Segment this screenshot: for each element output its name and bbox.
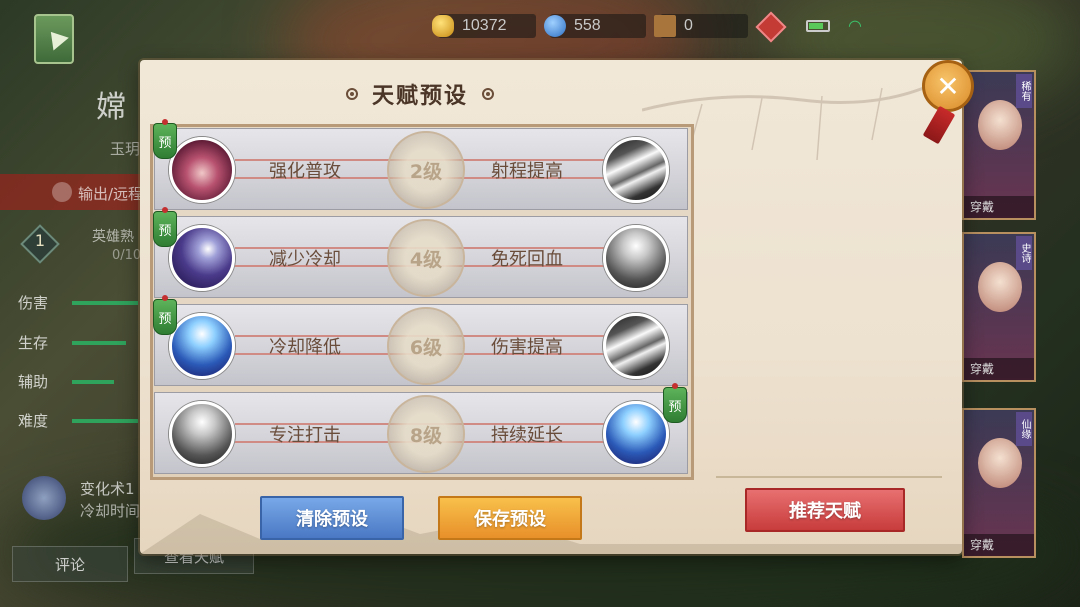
hero-subtitle: 玉玥 <box>110 140 141 158</box>
stat-label-difficulty: 难度 <box>18 412 49 430</box>
clear-preset-button[interactable]: 清除预设 <box>260 496 404 540</box>
role-icon <box>52 182 72 202</box>
skin-card[interactable]: 仙缘 穿戴 <box>962 408 1036 558</box>
preset-badge: 预 <box>153 207 177 247</box>
tower-value: 0 <box>684 17 693 34</box>
wifi-icon: ◠ <box>848 16 862 35</box>
divider <box>716 476 942 478</box>
talent-row[interactable]: 预 冷却降低 6级 伤害提高 <box>153 295 688 386</box>
talent-left-label: 专注打击 <box>269 425 341 446</box>
skin-wear-label: 穿戴 <box>964 534 1034 556</box>
talent-left-label: 强化普攻 <box>269 161 341 182</box>
preset-badge: 预 <box>153 119 177 159</box>
talent-focus-strike-icon[interactable] <box>169 401 235 467</box>
talent-row[interactable]: 预 强化普攻 2级 射程提高 <box>153 119 688 210</box>
preset-badge: 预 <box>663 383 687 423</box>
comment-button[interactable]: 评论 <box>12 546 128 582</box>
talent-right-label: 持续延长 <box>491 425 563 446</box>
talent-right-label: 伤害提高 <box>491 337 563 358</box>
talent-damage-up-icon[interactable] <box>603 313 669 379</box>
talent-reduce-cooldown-icon[interactable] <box>169 225 235 291</box>
dialog-header: 天赋预设 <box>330 74 510 114</box>
skill-cooldown: 冷却时间 <box>80 502 141 520</box>
talent-level: 6级 <box>409 337 443 359</box>
gold-value: 10372 <box>462 17 507 34</box>
skill-name: 变化术1 <box>80 480 135 498</box>
dialog-title: 天赋预设 <box>371 84 468 109</box>
talent-right-label: 免死回血 <box>491 249 563 270</box>
talent-duration-extend-icon[interactable] <box>603 401 669 467</box>
gold-ingot-icon <box>432 15 454 37</box>
talent-left-label: 减少冷却 <box>269 249 341 270</box>
skin-rarity-tag: 史诗 <box>1016 236 1032 270</box>
talent-row[interactable]: 预 减少冷却 4级 免死回血 <box>153 207 688 298</box>
skin-rarity-tag: 仙缘 <box>1016 412 1032 446</box>
preset-badge: 预 <box>153 295 177 335</box>
stat-bar-damage <box>72 301 138 305</box>
recommend-talent-button[interactable]: 推荐天赋 <box>745 488 905 532</box>
role-bar: 输出/远程 <box>0 174 150 210</box>
talent-level: 2级 <box>409 161 443 183</box>
talent-level: 4级 <box>409 249 443 271</box>
talent-enhance-attack-icon[interactable] <box>169 137 235 203</box>
talent-revive-heal-icon[interactable] <box>603 225 669 291</box>
battery-icon <box>806 20 830 32</box>
gem-icon <box>544 15 566 37</box>
back-flag-icon[interactable] <box>34 14 74 64</box>
gem-value: 558 <box>574 17 601 34</box>
skin-wear-label: 穿戴 <box>964 196 1034 218</box>
talent-cooldown-lower-icon[interactable] <box>169 313 235 379</box>
role-label: 输出/远程 <box>78 185 144 203</box>
hero-info-panel: 嫦 玉玥 输出/远程 1 英雄熟 0/10 伤害 生存 辅助 难度 变化术1 冷… <box>0 60 254 607</box>
hero-level: 1 <box>34 231 46 250</box>
gold-counter: 10372 <box>432 14 536 38</box>
talent-range-icon[interactable] <box>603 137 669 203</box>
hero-name: 嫦 <box>96 90 126 125</box>
proficiency-label: 英雄熟 <box>92 229 134 245</box>
stat-label-survival: 生存 <box>18 334 49 352</box>
save-preset-button[interactable]: 保存预设 <box>438 496 582 540</box>
proficiency-value: 0/10 <box>112 248 142 263</box>
talent-left-label: 冷却降低 <box>269 337 341 358</box>
stat-label-support: 辅助 <box>18 373 49 391</box>
skill-icon[interactable] <box>22 476 66 520</box>
skin-rarity-tag: 稀有 <box>1016 74 1032 108</box>
stat-bar-survival <box>72 341 126 345</box>
tower-counter: 0 <box>654 14 748 38</box>
talent-row[interactable]: 专注打击 8级 持续延长 预 <box>154 383 688 474</box>
talent-right-label: 射程提高 <box>491 161 563 182</box>
ornament-icon <box>482 88 494 100</box>
talent-level: 8级 <box>409 425 443 447</box>
close-icon: ✕ <box>936 69 960 103</box>
skin-wear-label: 穿戴 <box>964 358 1034 380</box>
stat-label-damage: 伤害 <box>18 294 49 312</box>
gem-counter: 558 <box>544 14 646 38</box>
close-button[interactable]: ✕ <box>922 60 974 112</box>
stat-bar-difficulty <box>72 419 138 423</box>
ornament-icon <box>345 88 358 100</box>
skin-card[interactable]: 史诗 穿戴 <box>962 232 1036 382</box>
tower-icon <box>654 15 676 37</box>
stat-bar-support <box>72 380 114 384</box>
